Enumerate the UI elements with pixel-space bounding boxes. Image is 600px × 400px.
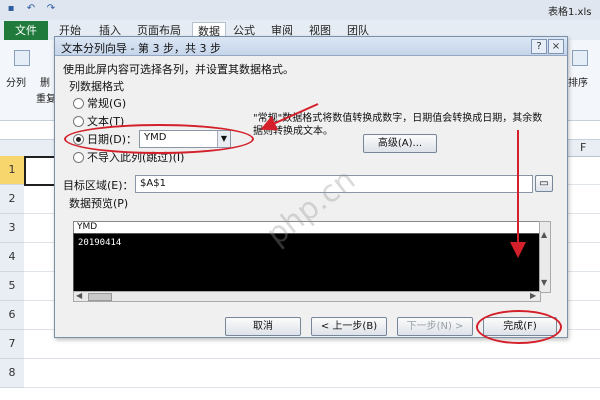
annotation-arrow-to-date [260, 103, 319, 131]
